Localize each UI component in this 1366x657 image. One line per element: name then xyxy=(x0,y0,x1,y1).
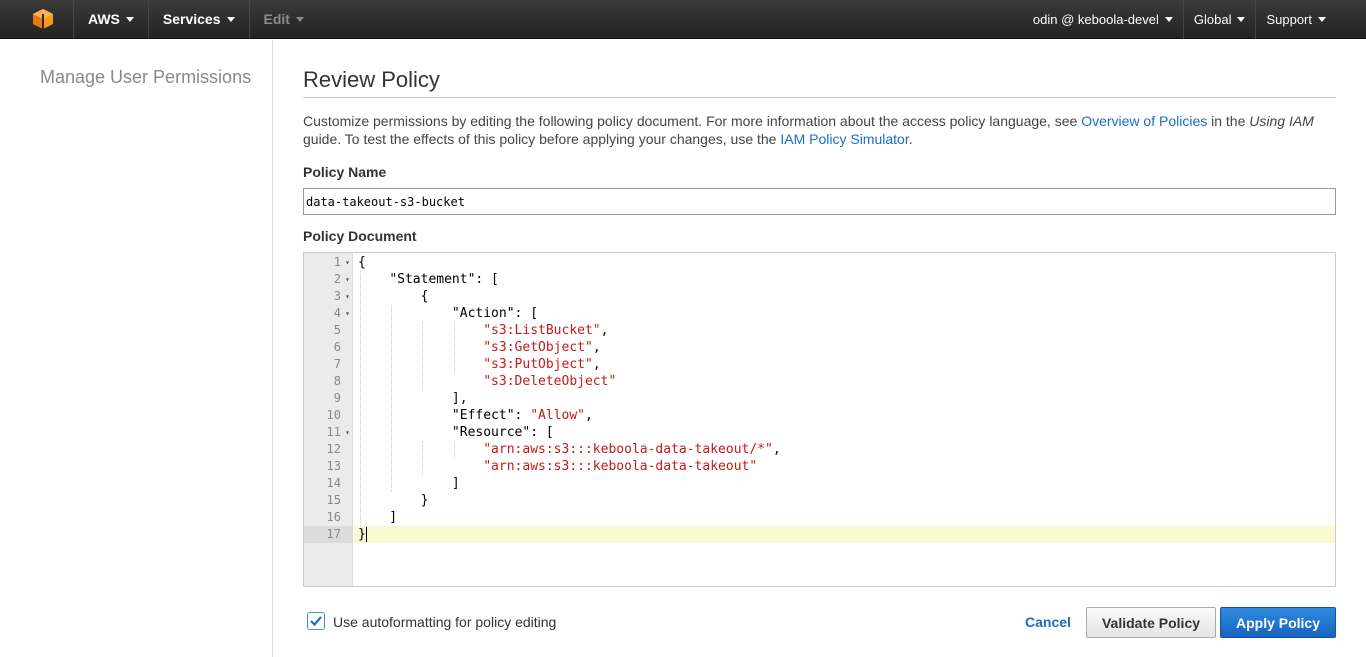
checkmark-icon xyxy=(310,616,322,627)
title-divider xyxy=(303,97,1336,98)
policy-name-input[interactable] xyxy=(303,188,1336,215)
code-line[interactable]: "arn:aws:s3:::keboola-data-takeout/*", xyxy=(354,441,1335,458)
line-number: 11 ▾ xyxy=(326,424,350,441)
line-number: 15 xyxy=(326,493,341,507)
cancel-button[interactable]: Cancel xyxy=(1025,614,1071,630)
line-number: 7 xyxy=(333,357,341,371)
text-cursor xyxy=(365,527,367,542)
fold-arrow-icon[interactable]: ▾ xyxy=(345,305,350,322)
indent-guide xyxy=(422,441,424,475)
region-menu[interactable]: Global xyxy=(1182,0,1256,39)
validate-policy-button[interactable]: Validate Policy xyxy=(1086,607,1216,638)
region-menu-label: Global xyxy=(1193,11,1232,27)
autoformat-checkbox[interactable] xyxy=(307,612,325,630)
line-number: 4 ▾ xyxy=(333,305,350,322)
line-number: 3 ▾ xyxy=(333,288,350,305)
sidebar: Manage User Permissions xyxy=(0,40,273,657)
sidebar-title: Manage User Permissions xyxy=(40,67,252,87)
code-line[interactable]: "Resource": [ xyxy=(354,424,1335,441)
indent-guide xyxy=(422,322,424,390)
fold-arrow-icon[interactable]: ▾ xyxy=(345,424,350,441)
indent-guide xyxy=(391,305,393,492)
policy-name-label: Policy Name xyxy=(303,164,387,180)
description-text: . xyxy=(908,131,913,147)
description-text: Customize permissions by editing the fol… xyxy=(303,113,1082,129)
line-number: 17 xyxy=(304,526,353,543)
description-text: in the xyxy=(1207,113,1250,129)
fold-arrow-icon[interactable]: ▾ xyxy=(345,254,350,271)
code-line[interactable]: "Statement": [ xyxy=(354,271,1335,288)
fold-arrow-icon[interactable]: ▾ xyxy=(345,288,350,305)
policy-description: Customize permissions by editing the fol… xyxy=(303,112,1336,148)
chevron-down-icon xyxy=(1318,16,1326,22)
aws-menu-label: AWS xyxy=(88,11,120,27)
line-number: 10 xyxy=(326,408,341,422)
policy-document-editor[interactable]: 1 ▾ 2 ▾ 3 ▾ 4 ▾ 5 6 7 8 9 10 11 ▾ 12 13 14 15 16 17 { "Statem… xyxy=(303,252,1336,587)
account-menu[interactable]: odin @ keboola-devel xyxy=(1023,0,1183,39)
description-text: guide. To test the effects of this polic… xyxy=(303,131,781,147)
code-line[interactable]: "s3:ListBucket", xyxy=(354,322,1335,339)
account-menu-label: odin @ keboola-devel xyxy=(1032,11,1159,27)
overview-of-policies-link[interactable]: Overview of Policies xyxy=(1081,113,1207,129)
edit-menu[interactable]: Edit xyxy=(250,0,318,39)
code-line[interactable]: { xyxy=(354,254,1335,271)
chevron-down-icon xyxy=(125,16,134,22)
aws-logo-icon[interactable] xyxy=(12,0,74,39)
code-line[interactable]: } xyxy=(354,492,1335,509)
indent-guide xyxy=(360,271,361,526)
code-line[interactable]: "s3:PutObject", xyxy=(354,356,1335,373)
code-line[interactable]: "s3:GetObject", xyxy=(354,339,1335,356)
chevron-down-icon xyxy=(295,16,304,22)
iam-policy-simulator-link[interactable]: IAM Policy Simulator xyxy=(780,131,908,147)
top-navigation-bar: AWS Services Edit odin @ keboola-devel G… xyxy=(0,0,1366,39)
line-number: 5 xyxy=(333,323,341,337)
services-menu[interactable]: Services xyxy=(149,0,250,39)
chevron-down-icon xyxy=(1164,16,1173,22)
autoformat-label[interactable]: Use autoformatting for policy editing xyxy=(333,614,556,630)
line-number: 13 xyxy=(326,459,341,473)
apply-policy-button[interactable]: Apply Policy xyxy=(1220,607,1336,638)
edit-menu-label: Edit xyxy=(263,11,290,27)
aws-menu[interactable]: AWS xyxy=(74,0,149,39)
page-title: Review Policy xyxy=(303,67,440,92)
indent-guide xyxy=(453,322,455,373)
editor-gutter: 1 ▾ 2 ▾ 3 ▾ 4 ▾ 5 6 7 8 9 10 11 ▾ 12 13 14 15 16 17 xyxy=(304,253,353,586)
support-menu-label: Support xyxy=(1266,11,1312,27)
line-number: 9 xyxy=(333,391,341,405)
line-number: 2 ▾ xyxy=(333,271,350,288)
services-menu-label: Services xyxy=(162,11,221,27)
code-line[interactable]: "Action": [ xyxy=(354,305,1335,322)
editor-code-area[interactable]: { "Statement": [ { "Action": [ "s3:ListB… xyxy=(354,253,1335,586)
code-line[interactable]: ] xyxy=(354,509,1335,526)
chevron-down-icon xyxy=(226,16,235,22)
line-number: 12 xyxy=(326,442,341,456)
code-line[interactable]: ] xyxy=(354,475,1335,492)
line-number: 16 xyxy=(326,510,341,524)
code-line[interactable]: "Effect": "Allow", xyxy=(354,407,1335,424)
policy-document-label: Policy Document xyxy=(303,228,417,244)
code-line[interactable]: "arn:aws:s3:::keboola-data-takeout" xyxy=(354,458,1335,475)
indent-guide xyxy=(453,441,455,458)
support-menu[interactable]: Support xyxy=(1255,0,1336,39)
line-number: 6 xyxy=(333,340,341,354)
code-line[interactable]: ], xyxy=(354,390,1335,407)
chevron-down-icon xyxy=(1237,16,1246,22)
line-number: 8 xyxy=(333,374,341,388)
code-line[interactable]: } xyxy=(354,526,1335,543)
code-line[interactable]: "s3:DeleteObject" xyxy=(354,373,1335,390)
guide-name-text: Using IAM xyxy=(1249,113,1314,129)
fold-arrow-icon[interactable]: ▾ xyxy=(345,271,350,288)
line-number: 1 ▾ xyxy=(333,254,350,271)
code-line[interactable]: { xyxy=(354,288,1335,305)
line-number: 14 xyxy=(326,476,341,490)
